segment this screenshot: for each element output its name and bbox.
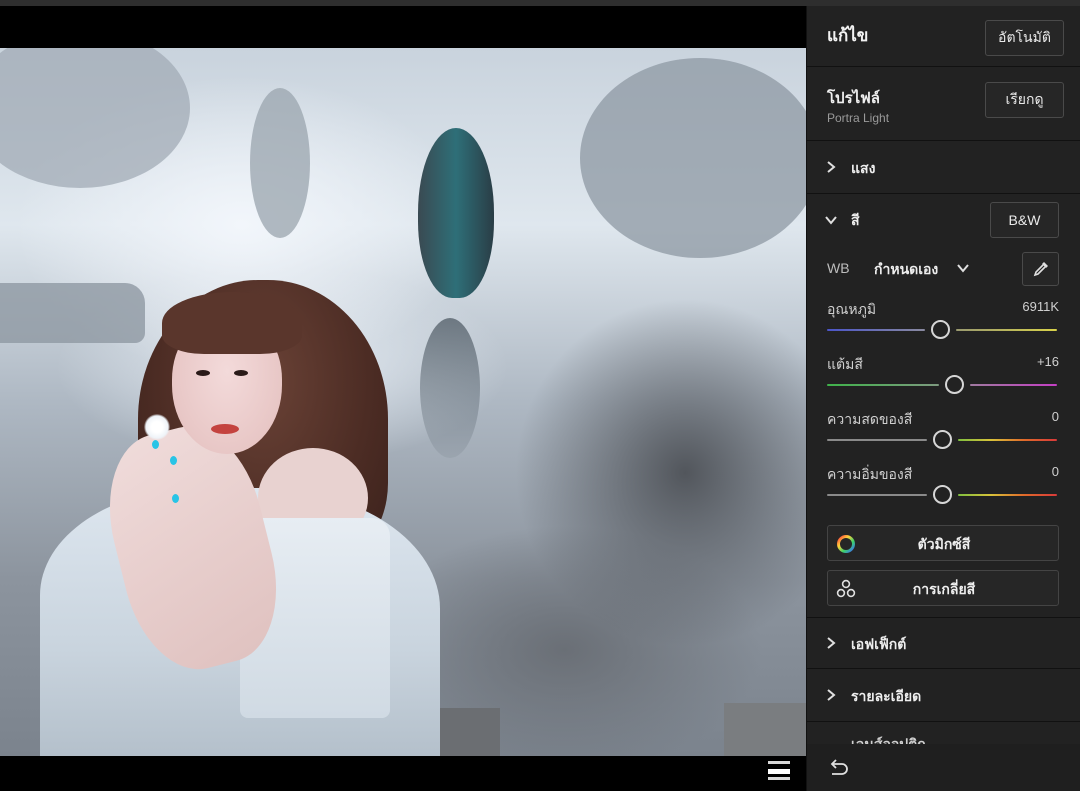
saturation-label: ความอิ่มของสี — [827, 467, 913, 483]
saturation-thumb[interactable] — [932, 485, 952, 504]
browse-profiles-button[interactable]: เรียกดู — [985, 82, 1064, 118]
section-effects[interactable]: เอฟเฟ็กต์ — [807, 617, 1080, 669]
section-optics-label: เลนส์ออปติก — [851, 734, 926, 744]
temperature-track-right[interactable] — [955, 329, 1057, 331]
color-grading-button[interactable]: การเกลี่ยสี — [827, 570, 1059, 606]
wb-label: WB — [827, 260, 850, 276]
vibrance-slider[interactable]: ความสดของสี 0 — [827, 409, 1061, 453]
bw-button[interactable]: B&W — [990, 202, 1059, 238]
tint-label: แต้มสี — [827, 357, 863, 373]
section-light-label: แสง — [851, 161, 876, 177]
lightroom-editor: แก้ไข อัตโนมัติ โปรไฟล์ Portra Light เรี… — [0, 0, 1080, 791]
chevron-right-icon — [827, 161, 836, 173]
sculpture — [418, 128, 494, 298]
profile-value: Portra Light — [827, 111, 890, 125]
temperature-label: อุณหภูมิ — [827, 302, 877, 318]
photo-canvas[interactable] — [0, 6, 806, 791]
tint-value[interactable]: +16 — [1037, 354, 1059, 369]
panel-title: แก้ไข — [827, 26, 869, 46]
saturation-slider[interactable]: ความอิ่มของสี 0 — [827, 464, 1061, 508]
temperature-thumb[interactable] — [930, 320, 950, 339]
nail — [170, 456, 177, 465]
nail — [152, 440, 159, 449]
sculpture-reflection — [420, 318, 480, 458]
section-effects-label: เอฟเฟ็กต์ — [851, 637, 907, 653]
nail — [172, 494, 179, 503]
subject-eye — [234, 370, 248, 376]
chevron-down-icon — [825, 216, 837, 225]
tint-track-right[interactable] — [969, 384, 1057, 386]
saturation-track-right[interactable] — [957, 494, 1057, 496]
vibrance-value[interactable]: 0 — [1052, 409, 1059, 424]
subject-eye — [196, 370, 210, 376]
chevron-right-icon — [827, 637, 836, 649]
eyedropper-icon — [1033, 262, 1048, 277]
background-foliage — [0, 48, 190, 188]
panel-header: แก้ไข อัตโนมัติ — [807, 6, 1080, 67]
panel-footer — [807, 744, 1080, 791]
eyedropper-button[interactable] — [1022, 252, 1059, 286]
background-foliage — [580, 58, 806, 258]
vibrance-track-left[interactable] — [827, 439, 927, 441]
color-grading-label: การเกลี่ยสี — [912, 582, 976, 598]
undo-icon[interactable] — [827, 758, 851, 778]
saturation-track-left[interactable] — [827, 494, 927, 496]
section-detail[interactable]: รายละเอียด — [807, 670, 1080, 722]
color-mixer-label: ตัวมิกซ์สี — [917, 537, 971, 553]
tint-track-left[interactable] — [827, 384, 939, 386]
photo-preview[interactable] — [0, 48, 806, 756]
rock — [440, 708, 500, 756]
rock — [724, 703, 806, 756]
flower — [144, 414, 170, 440]
wb-preset-select[interactable]: กำหนดเอง — [874, 259, 938, 281]
subject-bangs — [162, 292, 302, 354]
section-color-label: สี — [851, 213, 860, 229]
tint-slider[interactable]: แต้มสี +16 — [827, 354, 1061, 398]
color-mixer-button[interactable]: ตัวมิกซ์สี — [827, 525, 1059, 561]
chevron-right-icon — [827, 689, 836, 701]
vibrance-label: ความสดของสี — [827, 412, 913, 428]
temperature-value[interactable]: 6911K — [1022, 299, 1059, 314]
white-balance-row: WB กำหนดเอง — [827, 252, 1061, 286]
filmstrip-icon[interactable] — [768, 761, 790, 781]
section-color[interactable]: สี B&W — [807, 194, 1080, 246]
section-light[interactable]: แสง — [807, 142, 1080, 194]
section-detail-label: รายละเอียด — [851, 689, 922, 705]
temperature-track-left[interactable] — [827, 329, 925, 331]
temperature-slider[interactable]: อุณหภูมิ 6911K — [827, 299, 1061, 343]
background-tree — [250, 88, 310, 238]
edit-panel: แก้ไข อัตโนมัติ โปรไฟล์ Portra Light เรี… — [806, 6, 1080, 791]
tint-thumb[interactable] — [944, 375, 964, 394]
section-optics[interactable]: เลนส์ออปติก — [807, 722, 1080, 744]
profile-label: โปรไฟล์ — [827, 89, 880, 107]
vibrance-thumb[interactable] — [932, 430, 952, 449]
subject-lips — [211, 424, 239, 434]
auto-button[interactable]: อัตโนมัติ — [985, 20, 1064, 56]
profile-row: โปรไฟล์ Portra Light เรียกดู — [807, 68, 1080, 141]
chevron-down-icon[interactable] — [957, 263, 969, 273]
saturation-value[interactable]: 0 — [1052, 464, 1059, 479]
stone-ledge — [0, 283, 145, 343]
vibrance-track-right[interactable] — [957, 439, 1057, 441]
